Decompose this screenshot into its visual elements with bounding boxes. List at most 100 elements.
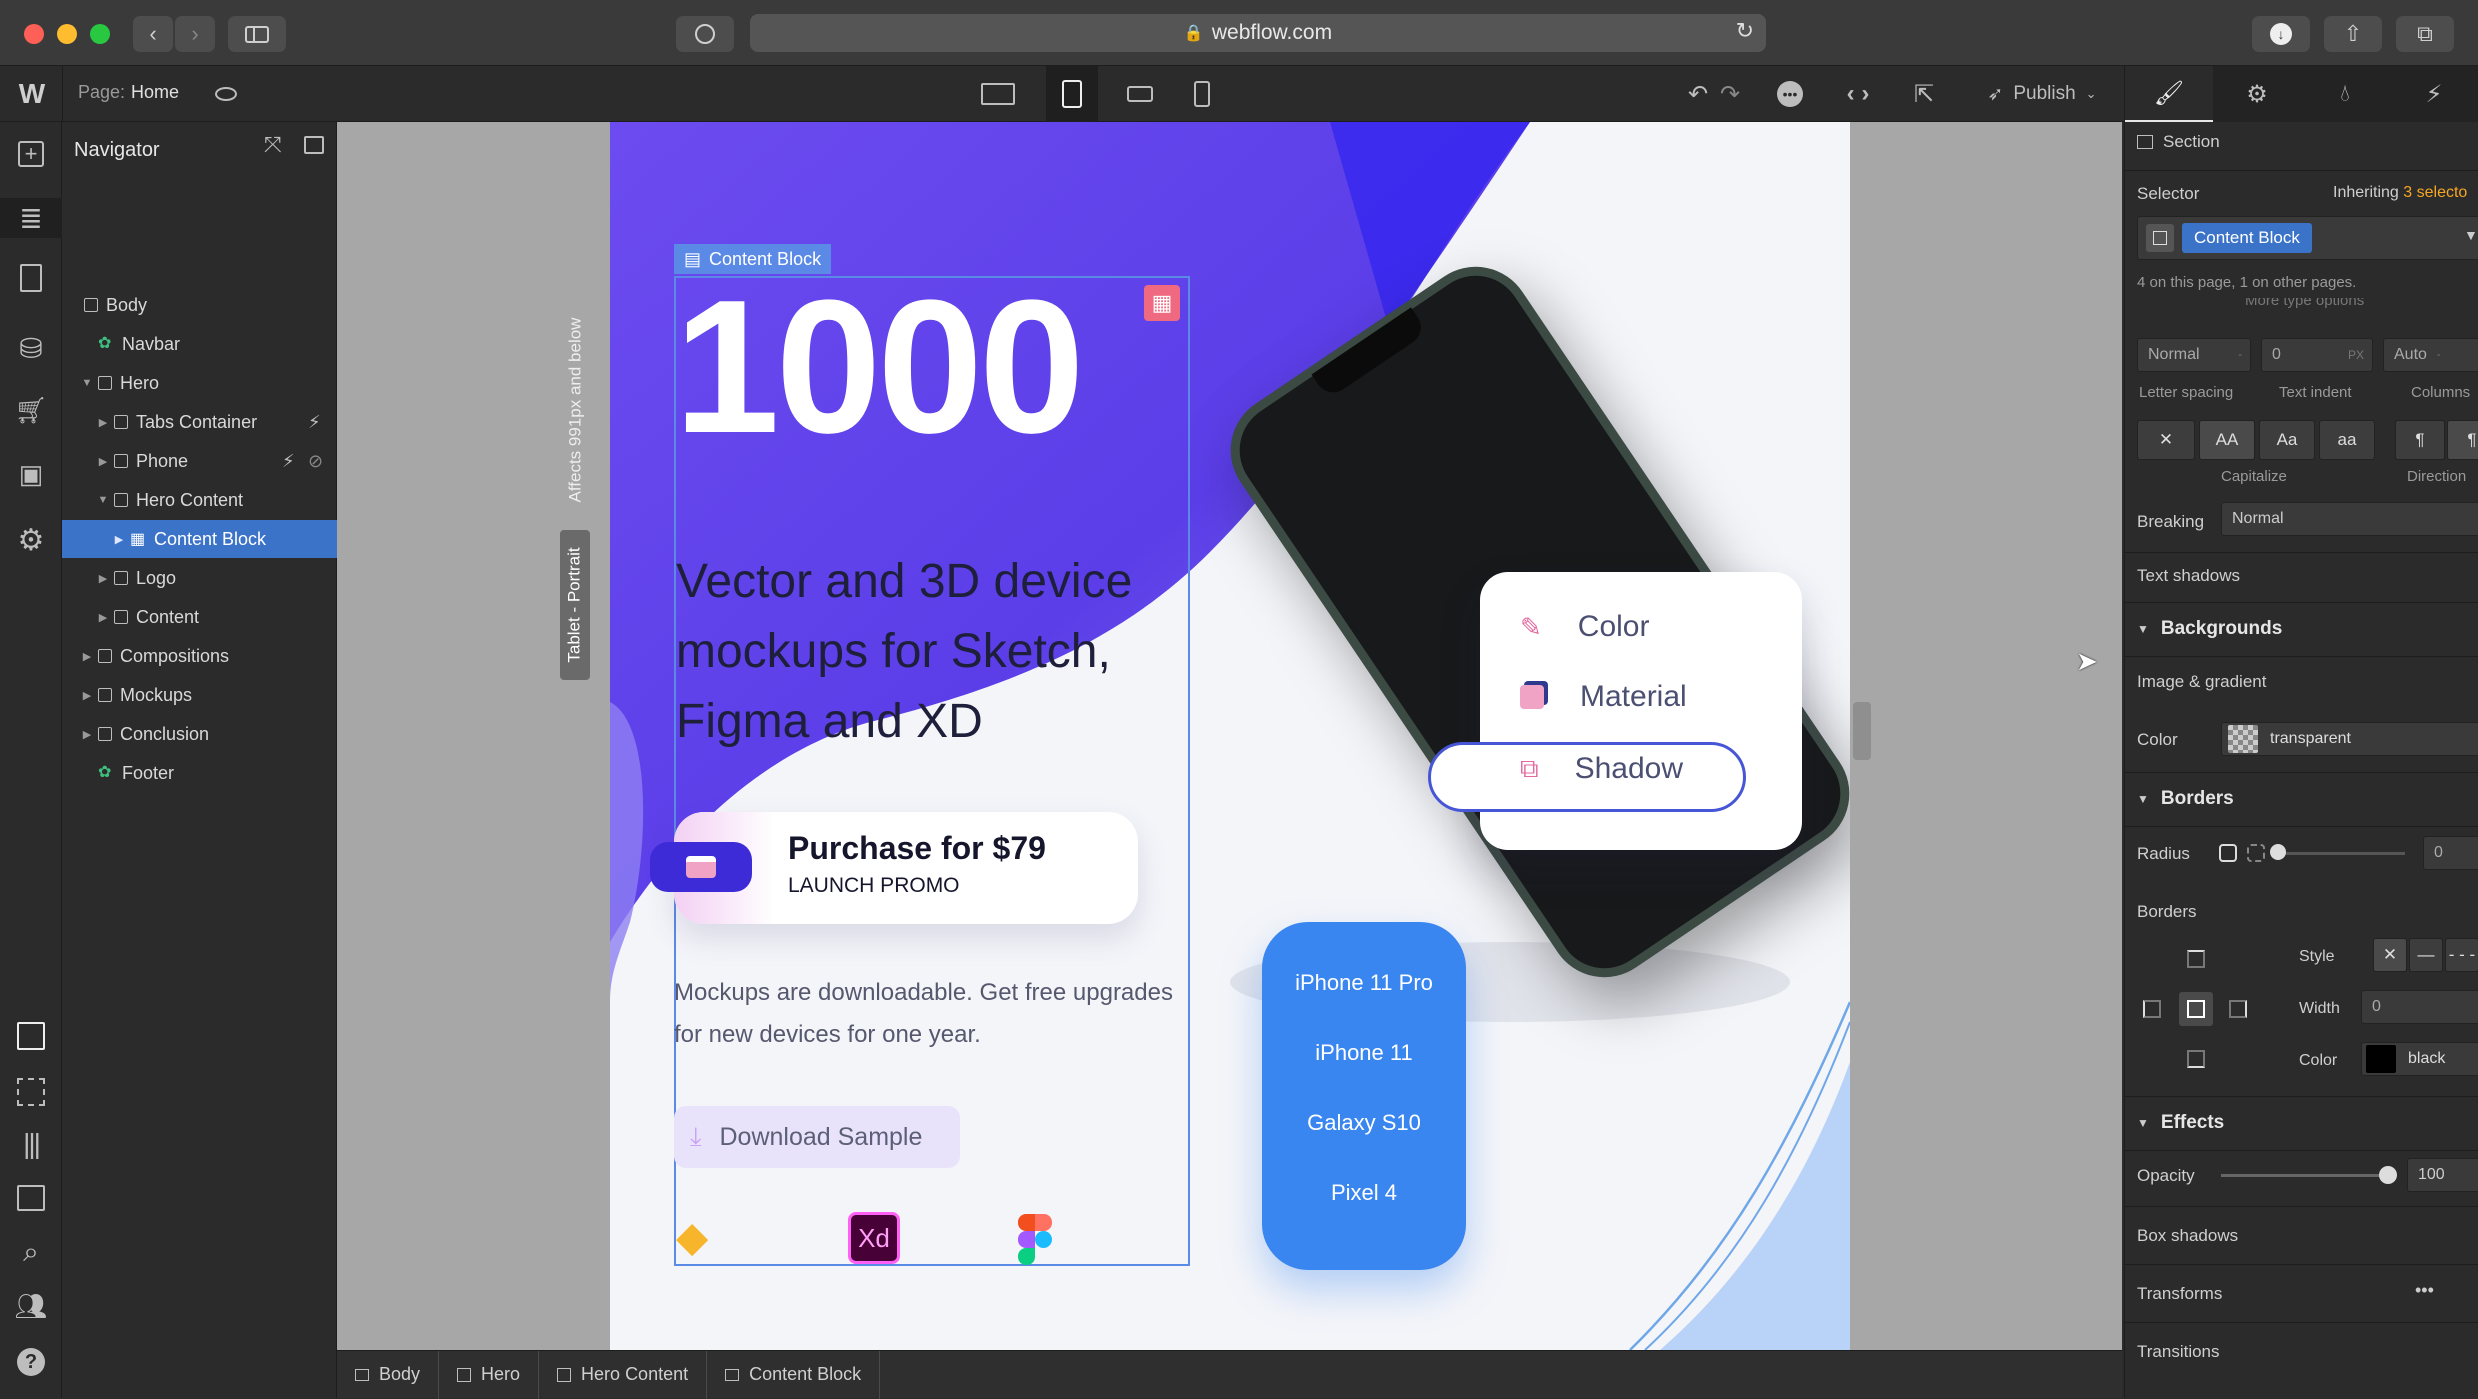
direction-rtl-button[interactable]: ¶: [2447, 420, 2478, 460]
minimize-window-button[interactable]: [57, 24, 77, 44]
breadcrumb-content-block[interactable]: Content Block: [707, 1350, 881, 1399]
nav-item-navbar[interactable]: ✿ Navbar: [62, 325, 337, 363]
nav-item-content[interactable]: ▶ Content: [62, 598, 337, 636]
reload-icon[interactable]: ↻: [1736, 18, 1754, 44]
settings-panel-button[interactable]: ⚙: [0, 520, 62, 560]
zoom-window-button[interactable]: [90, 24, 110, 44]
redo-button[interactable]: ↷: [1712, 66, 1748, 122]
text-indent-input[interactable]: 0 PX: [2261, 338, 2373, 372]
webflow-logo-icon[interactable]: W: [10, 66, 54, 122]
pages-panel-button[interactable]: [0, 258, 62, 298]
device-item[interactable]: Galaxy S10: [1307, 1110, 1421, 1136]
border-left-icon[interactable]: [2143, 1000, 2161, 1018]
search-button[interactable]: ⌕: [0, 1232, 62, 1272]
nav-item-footer[interactable]: ✿ Footer: [62, 754, 337, 792]
grid-settings-icon[interactable]: ▦: [1144, 285, 1180, 321]
radius-slider-track[interactable]: [2275, 852, 2405, 855]
select-tool-button[interactable]: [0, 1016, 62, 1056]
caret-right-icon[interactable]: ▶: [112, 533, 126, 546]
capitalize-lower-button[interactable]: aa: [2319, 420, 2375, 460]
nav-item-compositions[interactable]: ▶ Compositions: [62, 637, 337, 675]
opacity-input[interactable]: 100: [2407, 1158, 2478, 1192]
mobile-portrait-breakpoint-button[interactable]: [1180, 66, 1224, 122]
nav-item-content-block[interactable]: ▶ ▦ Content Block: [62, 520, 337, 558]
border-right-icon[interactable]: [2229, 1000, 2247, 1018]
desktop-breakpoint-button[interactable]: [970, 66, 1026, 122]
tabs-overview-button[interactable]: ⧉: [2396, 16, 2454, 52]
caret-right-icon[interactable]: ▶: [96, 611, 110, 624]
opacity-slider-track[interactable]: [2221, 1174, 2389, 1177]
caret-right-icon[interactable]: ▶: [96, 416, 110, 429]
border-width-input[interactable]: 0: [2361, 990, 2478, 1024]
nav-item-mockups[interactable]: ▶ Mockups: [62, 676, 337, 714]
opacity-slider-thumb[interactable]: [2379, 1166, 2397, 1184]
caret-down-icon[interactable]: ▼: [80, 377, 94, 389]
page-selector[interactable]: Page: Home: [78, 82, 179, 103]
export-button[interactable]: ⇱: [1904, 66, 1944, 122]
add-panel-button[interactable]: +: [0, 134, 62, 174]
radius-individual-icon[interactable]: [2247, 844, 2265, 862]
selector-chip[interactable]: Content Block: [2182, 223, 2312, 253]
assets-panel-button[interactable]: ▣: [0, 454, 62, 494]
undo-button[interactable]: ↶: [1680, 66, 1716, 122]
navigator-panel-button[interactable]: ≣: [0, 198, 62, 238]
download-sample-button[interactable]: ⤓ Download Sample: [674, 1106, 960, 1168]
caret-right-icon[interactable]: ▶: [80, 650, 94, 663]
border-color-field[interactable]: black: [2361, 1042, 2478, 1076]
radius-slider-thumb[interactable]: [2270, 844, 2286, 860]
code-export-button[interactable]: ‹ ›: [1838, 66, 1878, 122]
backgrounds-section-header[interactable]: ▼ Backgrounds: [2137, 618, 2282, 640]
tablet-breakpoint-button[interactable]: [1046, 66, 1098, 122]
sidebar-toggle-button[interactable]: [228, 16, 286, 52]
nav-item-logo[interactable]: ▶ Logo: [62, 559, 337, 597]
breadcrumb-hero-content[interactable]: Hero Content: [539, 1350, 708, 1399]
breadcrumb-hero[interactable]: Hero: [439, 1350, 540, 1399]
border-bottom-icon[interactable]: [2187, 1050, 2205, 1068]
option-color[interactable]: ✎ Color: [1520, 610, 1650, 644]
border-style-dashed-button[interactable]: - - -: [2445, 938, 2478, 972]
cms-panel-button[interactable]: ⛁: [0, 328, 62, 368]
help-button[interactable]: ?: [0, 1342, 62, 1382]
caret-right-icon[interactable]: ▶: [80, 689, 94, 702]
border-style-solid-button[interactable]: —: [2409, 938, 2443, 972]
tab-style[interactable]: 🖌︎: [2125, 66, 2213, 122]
caret-down-icon[interactable]: ▼: [2464, 227, 2478, 243]
nav-item-conclusion[interactable]: ▶ Conclusion: [62, 715, 337, 753]
direction-ltr-button[interactable]: ¶: [2395, 420, 2445, 460]
effects-section-header[interactable]: ▼ Effects: [2137, 1112, 2224, 1134]
nav-item-phone[interactable]: ▶ Phone ⚡︎ ⊘: [62, 442, 337, 480]
share-button[interactable]: ⇧: [2324, 16, 2382, 52]
dock-panel-icon[interactable]: [304, 136, 324, 154]
caret-right-icon[interactable]: ▶: [80, 728, 94, 741]
tab-style-manager[interactable]: 💧︎: [2301, 66, 2389, 122]
border-all-button[interactable]: [2179, 992, 2213, 1026]
pin-icon[interactable]: ⤧: [264, 132, 282, 158]
address-bar[interactable]: 🔒 webflow.com ↻: [750, 14, 1766, 52]
tab-interactions[interactable]: ⚡︎: [2389, 66, 2478, 122]
design-canvas[interactable]: ✎ Color Material ⧉ Shadow iPhone 11 Pro …: [610, 122, 1850, 1350]
radius-input[interactable]: 0: [2423, 836, 2478, 870]
guides-tool-button[interactable]: |||: [0, 1124, 62, 1164]
ecommerce-panel-button[interactable]: 🛒︎: [0, 390, 62, 430]
back-button[interactable]: ‹: [133, 16, 173, 52]
selector-state-icon[interactable]: [2146, 224, 2174, 252]
borders-section-header[interactable]: ▼ Borders: [2137, 788, 2234, 810]
collaborators-button[interactable]: 👥︎: [0, 1286, 62, 1326]
device-item[interactable]: iPhone 11 Pro: [1295, 970, 1433, 996]
comments-button[interactable]: •••: [1772, 66, 1808, 122]
caret-down-icon[interactable]: ▼: [96, 494, 110, 506]
capitalize-upper-button[interactable]: AA: [2199, 420, 2255, 460]
tab-settings[interactable]: ⚙: [2213, 66, 2301, 122]
radius-all-icon[interactable]: [2219, 844, 2237, 862]
option-material[interactable]: Material: [1520, 680, 1687, 714]
inheriting-note[interactable]: Inheriting 3 selecto: [2333, 184, 2467, 202]
breaking-select[interactable]: Normal: [2221, 502, 2478, 536]
forward-button[interactable]: ›: [175, 16, 215, 52]
publish-button[interactable]: ➶ Publish ⌄: [1970, 66, 2114, 122]
columns-input[interactable]: Auto -: [2383, 338, 2478, 372]
nav-item-body[interactable]: Body: [62, 286, 337, 324]
canvas-resize-handle[interactable]: [1853, 702, 1871, 760]
device-item[interactable]: iPhone 11: [1315, 1040, 1412, 1066]
downloads-button[interactable]: ↓: [2252, 16, 2310, 52]
nav-item-tabs-container[interactable]: ▶ Tabs Container ⚡︎: [62, 403, 337, 441]
